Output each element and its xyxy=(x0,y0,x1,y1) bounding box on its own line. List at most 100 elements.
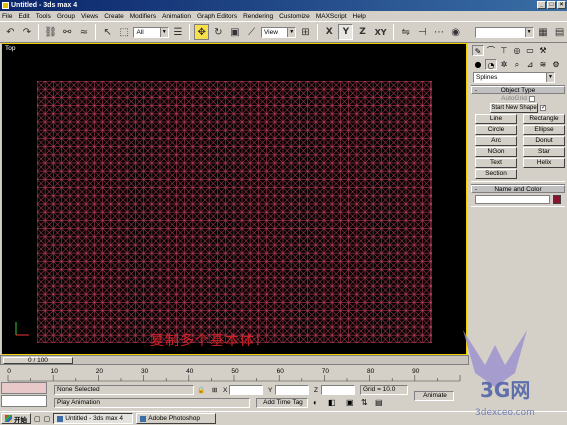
z-coordinate-field[interactable] xyxy=(321,385,355,395)
track-bar[interactable]: 0 10 20 30 40 50 60 70 80 90 xyxy=(0,365,469,382)
menu-help[interactable]: Help xyxy=(353,13,366,20)
maxscript-listener-mini[interactable] xyxy=(1,382,47,394)
menu-file[interactable]: File xyxy=(2,13,12,20)
select-object-icon[interactable]: ↖ xyxy=(100,24,115,40)
menu-views[interactable]: Views xyxy=(81,13,98,20)
task-3dsmax[interactable]: Untitled - 3ds max 4 xyxy=(53,413,134,424)
unlink-icon[interactable]: ⚯ xyxy=(60,24,75,40)
modify-tab-icon[interactable]: ⌒ xyxy=(485,45,497,56)
maxscript-input[interactable] xyxy=(1,395,47,407)
name-color-rollout-title[interactable]: - Name and Color xyxy=(471,185,565,193)
windows-taskbar: 开始 ▢ ▢ Untitled - 3ds max 4 Adobe Photos… xyxy=(0,411,567,425)
maximize-button[interactable]: □ xyxy=(547,1,556,9)
object-type-rollout-title[interactable]: - Object Type xyxy=(471,86,565,94)
menu-maxscript[interactable]: MAXScript xyxy=(316,13,347,20)
spacing-tool-icon[interactable]: ⋯ xyxy=(432,24,447,40)
menu-graph-editors[interactable]: Graph Editors xyxy=(197,13,237,20)
start-new-shape-toggle[interactable]: Start New Shape ✓ xyxy=(471,102,565,113)
task-photoshop[interactable]: Adobe Photoshop xyxy=(136,413,217,424)
star-button[interactable]: Star xyxy=(523,147,565,157)
menu-customize[interactable]: Customize xyxy=(279,13,310,20)
menu-edit[interactable]: Edit xyxy=(18,13,29,20)
align-icon[interactable]: ⊣ xyxy=(415,24,430,40)
animate-button[interactable]: Animate xyxy=(414,391,454,401)
top-viewport[interactable]: Top 复制多个基本体! xyxy=(1,43,467,355)
bind-space-warp-icon[interactable]: ≈ xyxy=(77,24,92,40)
lock-selection-icon[interactable]: 🔒 xyxy=(197,386,205,394)
ngon-button[interactable]: NGon xyxy=(475,147,517,157)
manipulate-icon[interactable]: ⟋ xyxy=(244,24,259,40)
close-button[interactable]: × xyxy=(557,1,566,9)
helpers-icon[interactable]: ⊿ xyxy=(524,59,536,70)
menu-modifiers[interactable]: Modifiers xyxy=(130,13,156,20)
menu-group[interactable]: Group xyxy=(57,13,75,20)
geometry-icon[interactable]: ● xyxy=(472,59,484,70)
named-selection-dropdown[interactable]: ▼ xyxy=(474,26,534,38)
time-slider[interactable]: 0 / 100 xyxy=(3,357,73,364)
section-button[interactable]: Section xyxy=(475,169,517,179)
mirror-icon[interactable]: ⇋ xyxy=(398,24,413,40)
menu-tools[interactable]: Tools xyxy=(36,13,51,20)
rectangle-button[interactable]: Rectangle xyxy=(523,114,565,124)
utilities-tab-icon[interactable]: ⚒ xyxy=(537,45,549,56)
add-time-tag-button[interactable]: Add Time Tag xyxy=(256,398,308,408)
quick-render-icon[interactable]: ▤ xyxy=(552,24,567,40)
helix-button[interactable]: Helix xyxy=(523,158,565,168)
cameras-icon[interactable]: ⌕ xyxy=(511,59,523,70)
lights-icon[interactable]: ✲ xyxy=(498,59,510,70)
restrict-x-button[interactable]: X xyxy=(322,24,337,40)
select-region-icon[interactable]: ⬚ xyxy=(117,24,132,40)
restrict-xy-button[interactable]: XY xyxy=(372,24,390,40)
selection-filter-dropdown[interactable]: All ▼ xyxy=(133,26,169,38)
start-button[interactable]: 开始 xyxy=(1,413,31,424)
menu-animation[interactable]: Animation xyxy=(162,13,191,20)
display-tab-icon[interactable]: ▭ xyxy=(524,45,536,56)
select-by-name-icon[interactable]: ☰ xyxy=(171,24,186,40)
donut-button[interactable]: Donut xyxy=(523,136,565,146)
snap-icon[interactable]: ◐ xyxy=(313,398,318,407)
collapse-icon: - xyxy=(475,186,478,193)
render-scene-icon[interactable]: ▦ xyxy=(536,24,551,40)
select-rotate-icon[interactable]: ↻ xyxy=(211,24,226,40)
text-button[interactable]: Text xyxy=(475,158,517,168)
material-editor-icon[interactable]: ◉ xyxy=(448,24,463,40)
viewport-label[interactable]: Top xyxy=(5,45,15,52)
restrict-y-button[interactable]: Y xyxy=(338,24,354,40)
window-crossing-icon[interactable]: ▤ xyxy=(375,398,383,407)
absolute-mode-icon[interactable]: ⊞ xyxy=(212,386,217,394)
quick-launch-icon[interactable]: ▢ xyxy=(44,415,51,423)
hierarchy-tab-icon[interactable]: ⊤ xyxy=(498,45,510,56)
create-tab-icon[interactable]: ✎ xyxy=(472,45,484,56)
object-name-field[interactable] xyxy=(475,195,550,204)
object-color-swatch[interactable] xyxy=(553,195,561,204)
circle-button[interactable]: Circle xyxy=(475,125,517,135)
systems-icon[interactable]: ⚙ xyxy=(550,59,562,70)
y-coordinate-field[interactable] xyxy=(275,385,309,395)
time-slider-track[interactable]: 0 / 100 xyxy=(0,355,469,365)
undo-icon[interactable]: ↶ xyxy=(3,24,18,40)
redo-icon[interactable]: ↷ xyxy=(20,24,35,40)
spinner-snap-icon[interactable]: ⇅ xyxy=(361,398,368,407)
restrict-z-button[interactable]: Z xyxy=(355,24,370,40)
menu-create[interactable]: Create xyxy=(104,13,124,20)
arc-button[interactable]: Arc xyxy=(475,136,517,146)
app-icon xyxy=(2,2,9,9)
quick-launch-icon[interactable]: ▢ xyxy=(34,415,41,423)
category-dropdown[interactable]: Splines ▼ xyxy=(473,72,555,83)
line-button[interactable]: Line xyxy=(475,114,517,124)
select-move-icon[interactable]: ✥ xyxy=(194,24,210,40)
motion-tab-icon[interactable]: ◎ xyxy=(511,45,523,56)
minimize-button[interactable]: _ xyxy=(537,1,546,9)
pivot-center-icon[interactable]: ⊞ xyxy=(298,24,313,40)
shapes-icon[interactable]: ◔ xyxy=(485,59,497,70)
space-warps-icon[interactable]: ≋ xyxy=(537,59,549,70)
reference-coordinate-dropdown[interactable]: View ▼ xyxy=(260,26,297,38)
angle-snap-icon[interactable]: ◧ xyxy=(328,398,336,407)
percent-snap-icon[interactable]: ▣ xyxy=(346,398,354,407)
ellipse-button[interactable]: Ellipse xyxy=(523,125,565,135)
start-new-shape-button[interactable]: Start New Shape xyxy=(490,102,538,113)
select-scale-icon[interactable]: ▣ xyxy=(228,24,243,40)
x-coordinate-field[interactable] xyxy=(229,385,263,395)
link-icon[interactable]: ⛓ xyxy=(43,24,58,40)
menu-rendering[interactable]: Rendering xyxy=(243,13,273,20)
